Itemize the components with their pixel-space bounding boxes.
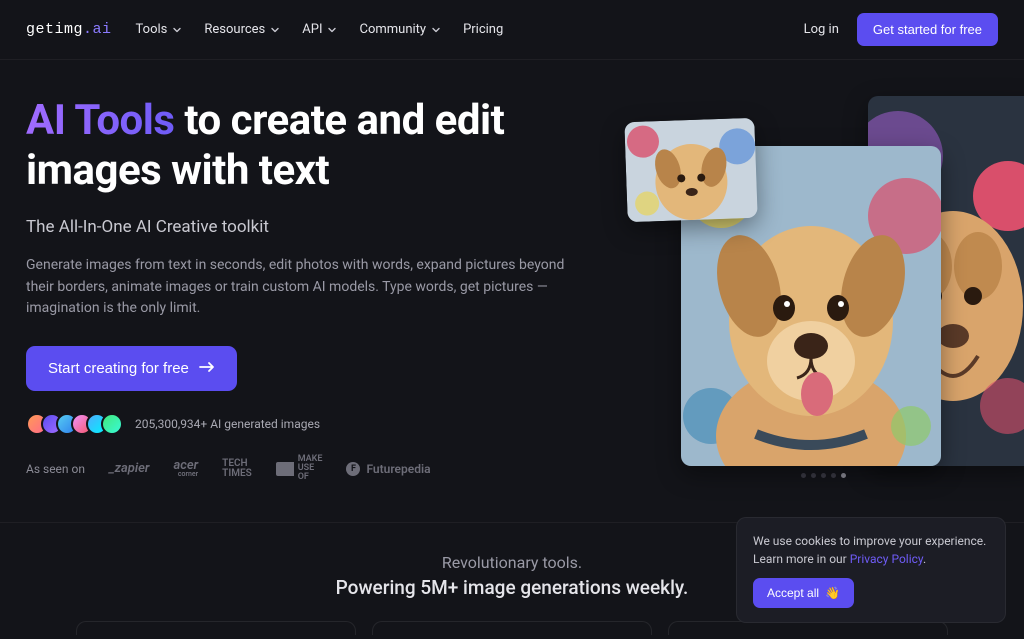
nav-links: Tools Resources API Community Pricing <box>136 22 504 37</box>
brand-logo[interactable]: getimg.ai <box>26 21 112 38</box>
start-creating-button[interactable]: Start creating for free <box>26 346 237 391</box>
as-seen-on-row: As seen on _zapier acer corner TECH TIME… <box>26 455 606 482</box>
carousel-dot[interactable] <box>811 473 816 478</box>
brand-suffix: ai <box>93 21 112 38</box>
carousel-dots[interactable] <box>801 473 846 478</box>
makeuseof-bar-icon <box>276 462 294 476</box>
brand-prefix: getimg <box>26 21 83 38</box>
nav-left: getimg.ai Tools Resources API Community … <box>26 21 503 38</box>
chevron-down-icon <box>270 25 280 35</box>
nav-right: Log in Get started for free <box>804 13 998 46</box>
hero-section: AI Tools to create and edit images with … <box>0 60 1024 482</box>
carousel-dot[interactable] <box>801 473 806 478</box>
carousel-dot-active[interactable] <box>841 473 846 478</box>
make-text: MAKE USE OF <box>298 455 323 482</box>
chevron-down-icon <box>172 25 182 35</box>
nav-label: Community <box>359 22 426 37</box>
chevron-down-icon <box>327 25 337 35</box>
hero-title-gradient: AI Tools <box>26 96 174 145</box>
stats-text: 205,300,934+ AI generated images <box>135 417 320 431</box>
avatar <box>101 413 123 435</box>
techtimes-logo: TECH TIMES <box>222 459 252 479</box>
nav-item-api[interactable]: API <box>302 22 337 37</box>
hero-subtitle: The All-In-One AI Creative toolkit <box>26 217 606 237</box>
nav-item-tools[interactable]: Tools <box>136 22 183 37</box>
nav-item-resources[interactable]: Resources <box>204 22 280 37</box>
carousel-dot[interactable] <box>831 473 836 478</box>
social-proof-row: 205,300,934+ AI generated images <box>26 413 606 435</box>
nav-label: Pricing <box>463 22 503 37</box>
feature-card[interactable] <box>372 621 652 635</box>
chevron-down-icon <box>431 25 441 35</box>
nav-label: Resources <box>204 22 265 37</box>
hero-gallery <box>626 96 998 482</box>
privacy-policy-link[interactable]: Privacy Policy <box>850 552 923 566</box>
gallery-image-small <box>624 118 757 222</box>
fut-text: Futurepedia <box>366 462 430 476</box>
accept-cookies-button[interactable]: Accept all 👋 <box>753 578 854 608</box>
get-started-button[interactable]: Get started for free <box>857 13 998 46</box>
arrow-right-icon <box>199 360 215 377</box>
feature-card-row <box>0 621 1024 635</box>
seen-label: As seen on <box>26 462 85 476</box>
hero-title: AI Tools to create and edit images with … <box>26 96 606 195</box>
hero-description: Generate images from text in seconds, ed… <box>26 255 586 320</box>
feature-card[interactable] <box>76 621 356 635</box>
wave-emoji-icon: 👋 <box>825 586 840 600</box>
nav-label: API <box>302 22 322 37</box>
m3: OF <box>298 473 323 482</box>
acer-sub: corner <box>178 471 198 477</box>
nav-label: Tools <box>136 22 168 37</box>
futurepedia-logo: F Futurepedia <box>346 462 430 476</box>
nav-item-community[interactable]: Community <box>359 22 441 37</box>
cookie-text2: . <box>923 552 926 566</box>
avatar-stack <box>26 413 123 435</box>
carousel-dot[interactable] <box>821 473 826 478</box>
hero-left: AI Tools to create and edit images with … <box>26 96 606 482</box>
cookie-banner: We use cookies to improve your experienc… <box>736 517 1006 623</box>
cookie-text: We use cookies to improve your experienc… <box>753 534 986 566</box>
nav-item-pricing[interactable]: Pricing <box>463 22 503 37</box>
cta-label: Start creating for free <box>48 360 189 377</box>
feature-card[interactable] <box>668 621 948 635</box>
futurepedia-icon: F <box>346 462 360 476</box>
cookie-btn-label: Accept all <box>767 586 819 600</box>
login-link[interactable]: Log in <box>804 22 839 37</box>
acer-logo: acer corner <box>173 460 198 478</box>
tech2: TIMES <box>222 469 252 479</box>
makeuseof-logo: MAKE USE OF <box>276 455 323 482</box>
zapier-logo: _zapier <box>109 461 149 476</box>
navbar: getimg.ai Tools Resources API Community … <box>0 0 1024 60</box>
brand-dot: . <box>83 21 93 38</box>
